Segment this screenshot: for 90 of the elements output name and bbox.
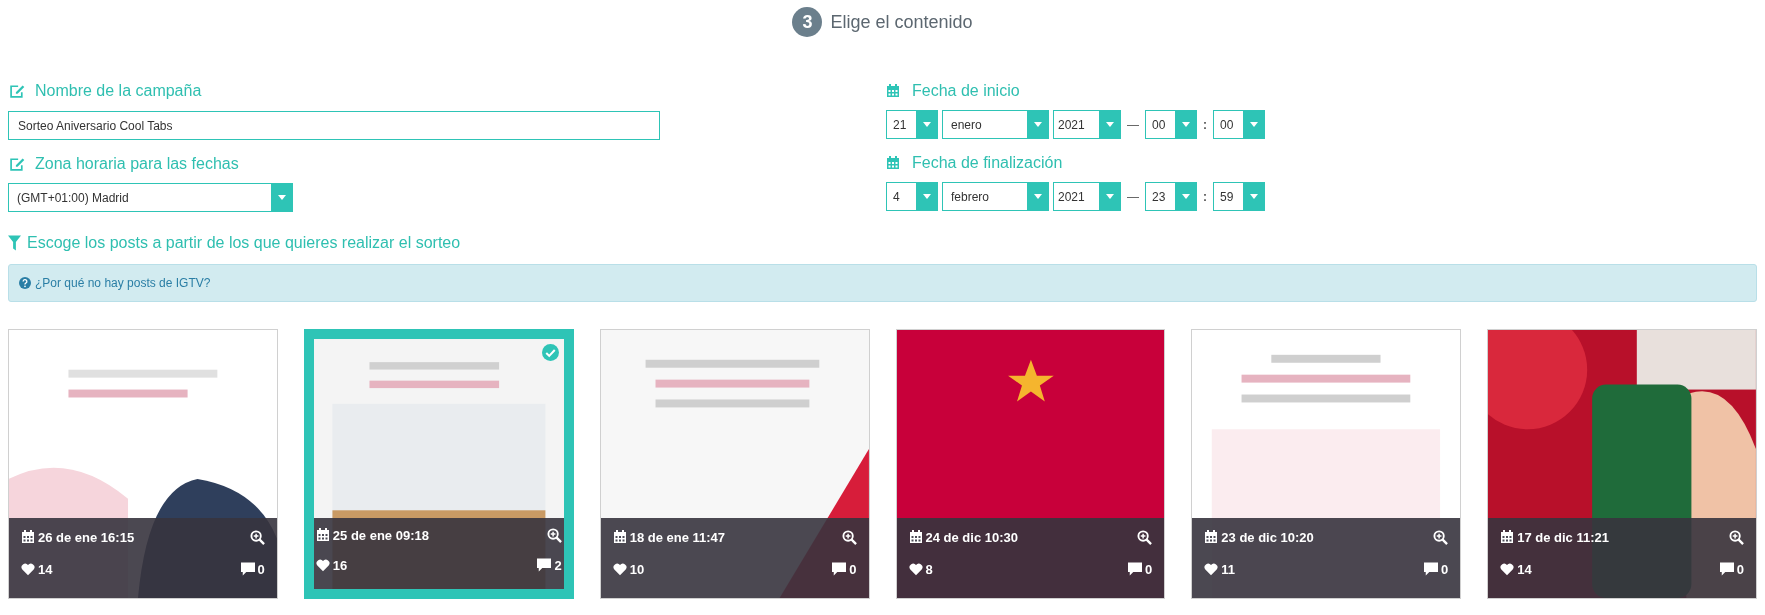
comments-count: 0 [1736,561,1744,577]
zoom-in-icon[interactable] [1433,529,1449,545]
caret-icon [1249,122,1258,127]
post-date: 26 de ene 16:15 [38,529,135,545]
separator: — [1126,189,1140,204]
caret-icon [1105,194,1114,199]
calendar-icon [21,530,35,544]
zoom-in-icon[interactable] [841,529,857,545]
separator: — [1126,117,1140,132]
post-card[interactable]: 23 de dic 10:20 11 0 [1191,329,1462,599]
edit-icon [8,82,26,100]
post-card[interactable]: 17 de dic 11:21 14 0 [1487,329,1757,599]
section-label: Escoge los posts a partir de los que quieres realizar el sorteo [27,234,461,252]
caret-icon [1249,194,1258,199]
comment-icon [240,562,255,576]
comments-count: 2 [554,557,562,573]
caret-icon [922,122,931,127]
edit-icon [8,155,26,173]
likes-count: 16 [332,557,348,573]
comment-icon [1128,562,1143,576]
step-number: 3 [792,7,823,37]
caret-icon [922,194,931,199]
heart-icon [21,562,35,576]
filter-icon [8,234,21,252]
field-label: Fecha de finalización [912,154,1063,172]
separator: : [1202,117,1208,132]
caret-icon [1033,122,1042,127]
caret-icon [1181,194,1190,199]
field-label: Zona horaria para las fechas [35,155,239,173]
heart-icon [908,562,923,576]
checkmark-icon [541,344,559,361]
comments-count: 0 [1145,561,1153,577]
separator: : [1202,189,1208,204]
caret-icon [1033,194,1042,199]
year-dropdown[interactable]: 2021 [1053,110,1121,139]
day-dropdown[interactable]: 21 [886,110,938,139]
comments-count: 0 [849,561,857,577]
zoom-in-icon[interactable] [249,529,265,545]
comment-icon [1719,562,1734,576]
likes-count: 11 [1221,561,1236,577]
post-date: 23 de dic 10:20 [1221,529,1314,545]
year-dropdown[interactable]: 2021 [1053,182,1121,211]
post-card[interactable]: 25 de ene 09:18 16 2 [303,329,574,599]
comments-count: 0 [1440,561,1449,577]
minute-dropdown[interactable]: 59 [1213,182,1265,211]
comment-icon [537,558,552,572]
info-link[interactable]: ¿Por qué no hay posts de IGTV? [35,276,211,290]
month-dropdown[interactable]: febrero [942,182,1049,211]
post-date: 24 de dic 10:30 [925,529,1018,545]
minute-dropdown[interactable]: 00 [1213,110,1265,139]
calendar-icon [315,528,330,542]
hour-dropdown[interactable]: 00 [1145,110,1197,139]
calendar-icon [886,156,900,170]
timezone-dropdown[interactable]: (GMT+01:00) Madrid [8,183,293,212]
field-label: Nombre de la campaña [35,82,202,100]
calendar-icon [886,84,900,98]
hour-dropdown[interactable]: 23 [1145,182,1197,211]
caret-icon [277,195,286,200]
heart-icon [1500,562,1515,576]
campaign-name-field[interactable]: Sorteo Aniversario Cool Tabs [8,111,660,140]
caret-icon [1181,122,1190,127]
zoom-in-icon[interactable] [1137,529,1153,545]
calendar-icon [612,530,627,544]
comment-icon [832,562,847,576]
month-dropdown[interactable]: enero [942,110,1049,139]
caret-icon [1105,122,1114,127]
field-label: Fecha de inicio [912,82,1020,100]
post-date: 18 de ene 11:47 [629,529,726,545]
comments-count: 0 [257,561,265,577]
heart-icon [1204,562,1219,576]
calendar-icon [908,530,923,544]
post-card[interactable]: 24 de dic 10:30 8 0 [895,329,1166,599]
calendar-icon [1500,530,1515,544]
post-card[interactable]: 18 de ene 11:47 10 0 [599,329,870,599]
likes-count: 8 [925,561,933,577]
likes-count: 10 [629,561,645,577]
post-card[interactable]: 26 de ene 16:15 14 0 [8,329,278,599]
heart-icon [612,562,627,576]
step-title: Elige el contenido [830,11,973,33]
heart-icon [315,558,330,572]
post-date: 25 de ene 09:18 [332,527,429,543]
help-icon [19,277,31,289]
likes-count: 14 [1517,561,1532,577]
comment-icon [1423,562,1438,576]
calendar-icon [1204,530,1219,544]
post-date: 17 de dic 11:21 [1517,529,1609,545]
zoom-in-icon[interactable] [1729,529,1744,545]
day-dropdown[interactable]: 4 [886,182,938,211]
likes-count: 14 [38,561,53,577]
zoom-in-icon[interactable] [546,527,562,543]
